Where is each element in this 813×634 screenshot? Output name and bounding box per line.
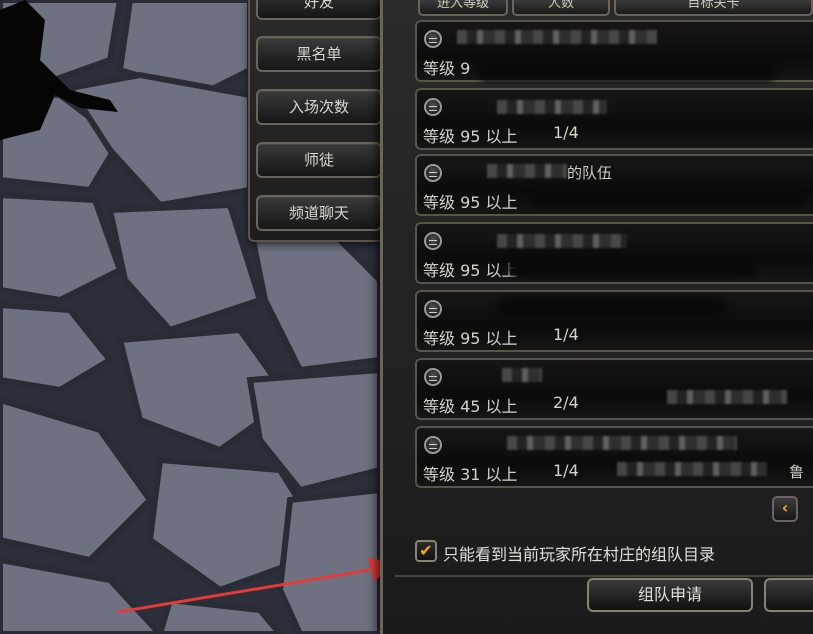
- pixelated-redaction: [497, 234, 627, 248]
- party-level-requirement: 等级 95 以上: [423, 193, 518, 212]
- party-row[interactable]: 等级 95 以上: [415, 222, 813, 284]
- party-level-requirement: 等级 9: [423, 59, 471, 78]
- apply-party-label: 组队申请: [637, 585, 702, 604]
- village-filter-label: 只能看到当前玩家所在村庄的组队目录: [443, 545, 716, 564]
- party-status-icon: [424, 164, 442, 182]
- party-row[interactable]: 等级 95 以上 1/4: [415, 88, 813, 150]
- party-level-requirement: 等级 95 以上: [423, 261, 518, 280]
- social-side-menu: 好友 黑名单 入场次数 师徒 频道聊天: [248, 0, 388, 242]
- redaction-smear: [527, 186, 807, 208]
- side-button-entry-count[interactable]: 入场次数: [256, 89, 382, 125]
- party-status-icon: [424, 300, 442, 318]
- party-member-count: 2/4: [553, 393, 579, 412]
- party-level-requirement: 等级 31 以上: [423, 465, 518, 484]
- party-level-requirement: 等级 95 以上: [423, 329, 518, 348]
- party-target-stage: 鲁: [789, 463, 805, 481]
- side-button-label: 频道聊天: [288, 204, 349, 222]
- party-member-count: 1/4: [553, 325, 579, 344]
- party-row[interactable]: 等级 95 以上 1/4: [415, 290, 813, 352]
- side-button-label: 黑名单: [296, 45, 342, 63]
- party-row[interactable]: 等级 45 以上 2/4: [415, 358, 813, 420]
- chevron-left-icon: ‹: [781, 498, 789, 517]
- checkmark-icon: ✔: [419, 541, 433, 560]
- side-button-label: 好友: [303, 0, 334, 11]
- party-row[interactable]: 等级 9: [415, 20, 813, 82]
- party-status-icon: [424, 436, 442, 454]
- redaction-smear: [477, 60, 777, 82]
- redaction-smear: [507, 256, 757, 278]
- secondary-action-button[interactable]: [764, 578, 813, 612]
- redaction-smear: [497, 296, 727, 318]
- party-title: 的队伍: [567, 164, 613, 182]
- party-status-icon: [424, 98, 442, 116]
- pixelated-redaction: [502, 368, 542, 382]
- character-shadow: [0, 0, 118, 140]
- side-button-friends[interactable]: 好友: [256, 0, 382, 20]
- party-row[interactable]: 的队伍 等级 95 以上: [415, 154, 813, 216]
- pixelated-redaction: [667, 390, 787, 404]
- side-button-label: 师徒: [303, 151, 334, 169]
- scroll-left-button[interactable]: ‹: [772, 496, 798, 522]
- party-list: 等级 9 等级 95 以上 1/4 的队伍 等级 95 以上 等级 95 以上 …: [415, 14, 813, 492]
- side-button-label: 入场次数: [288, 98, 349, 116]
- party-level-requirement: 等级 95 以上: [423, 127, 518, 146]
- panel-divider: [395, 575, 813, 577]
- side-button-mentor[interactable]: 师徒: [256, 142, 382, 178]
- column-header-label: 人数: [547, 0, 574, 11]
- pixelated-redaction: [507, 436, 737, 450]
- party-level-requirement: 等级 45 以上: [423, 397, 518, 416]
- party-member-count: 1/4: [553, 461, 579, 480]
- party-status-icon: [424, 368, 442, 386]
- column-header-label: 进入等级: [436, 0, 489, 11]
- pixelated-redaction: [497, 100, 607, 114]
- village-filter-checkbox[interactable]: ✔: [415, 540, 437, 562]
- party-status-icon: [424, 30, 442, 48]
- pixelated-redaction: [457, 30, 657, 44]
- side-button-blacklist[interactable]: 黑名单: [256, 36, 382, 72]
- apply-party-button[interactable]: 组队申请: [587, 578, 753, 612]
- pixelated-redaction: [617, 462, 767, 476]
- side-button-channel-chat[interactable]: 频道聊天: [256, 195, 382, 231]
- pixelated-redaction: [487, 164, 567, 178]
- party-member-count: 1/4: [553, 123, 579, 142]
- party-row[interactable]: 等级 31 以上 1/4 鲁: [415, 426, 813, 488]
- party-status-icon: [424, 232, 442, 250]
- column-header-label: 目标关卡: [687, 0, 740, 11]
